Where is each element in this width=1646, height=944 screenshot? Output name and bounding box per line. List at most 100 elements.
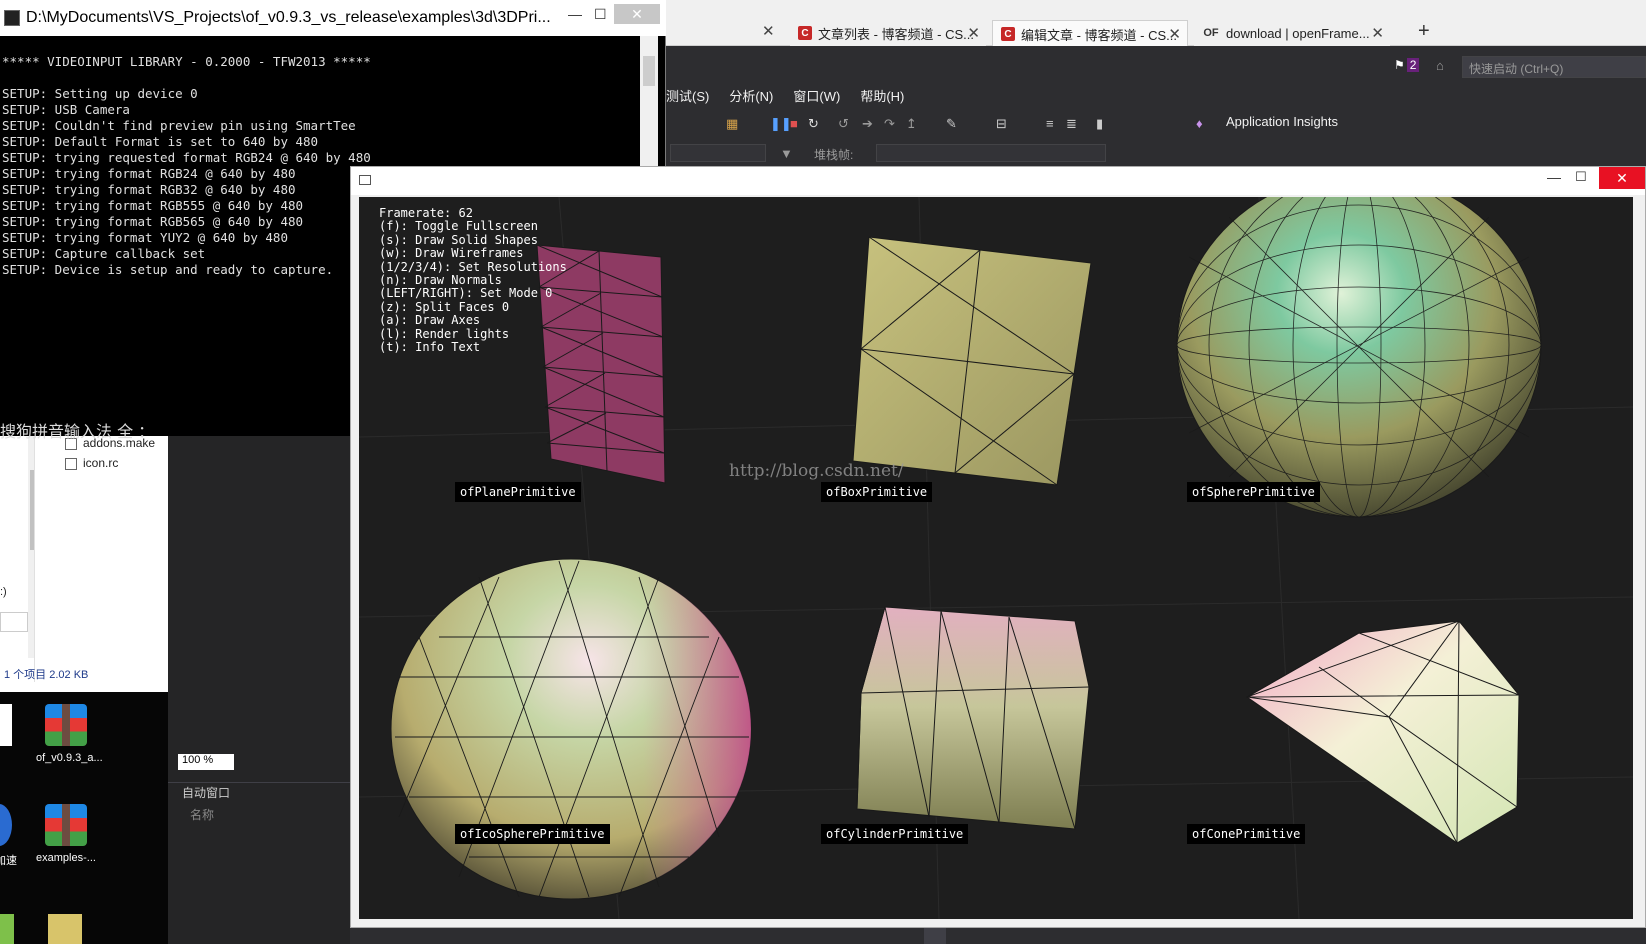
quick-launch-input[interactable]: 快速启动 (Ctrl+Q) <box>1462 56 1646 78</box>
lightbulb-icon: ♦ <box>1196 116 1203 131</box>
stackframe-dropdown[interactable] <box>876 144 1106 162</box>
menu-help[interactable]: 帮助(H) <box>860 86 904 110</box>
box-primitive <box>852 236 1092 486</box>
label-plane: ofPlanePrimitive <box>455 482 581 502</box>
winrar-icon <box>45 804 87 846</box>
vs-menubar: 测试(S) 分析(N) 窗口(W) 帮助(H) <box>666 86 924 110</box>
winrar-icon <box>45 704 87 746</box>
pause-icon[interactable]: ❚❚ <box>770 116 792 132</box>
tab-close-icon[interactable]: ✕ <box>1168 25 1181 43</box>
label-icosphere: ofIcoSpherePrimitive <box>455 824 610 844</box>
flag-icon: ⚑ <box>1394 58 1405 72</box>
label-box: ofBoxPrimitive <box>821 482 933 502</box>
new-tab-button[interactable]: + <box>1418 20 1430 43</box>
tab-close-icon[interactable]: ✕ <box>967 24 980 42</box>
tab-openframeworks-download[interactable]: OF download | openFrame... ✕ <box>1194 20 1390 46</box>
app-icon[interactable] <box>0 914 14 944</box>
tab-close-icon[interactable]: ✕ <box>762 22 775 40</box>
desktop: of_v0.9.3_a... examples-... 加速 <box>0 692 168 944</box>
tab-label: download | openFrame... <box>1226 25 1370 41</box>
attach-icon[interactable]: ▦ <box>726 116 738 132</box>
csdn-icon: C <box>798 26 812 40</box>
scroll-thumb[interactable] <box>643 56 655 86</box>
menu-window[interactable]: 窗口(W) <box>793 86 840 110</box>
label-cone: ofConePrimitive <box>1187 824 1306 844</box>
stop-icon[interactable]: ■ <box>790 116 798 131</box>
openframeworks-icon: OF <box>1203 27 1219 39</box>
cone-primitive <box>1246 620 1520 844</box>
tab-label: 编辑文章 - 博客频道 - CS... <box>1021 27 1178 43</box>
outdent-icon[interactable]: ≣ <box>1066 116 1077 132</box>
explorer-status: 1 个项目 2.02 KB <box>4 669 89 681</box>
show-next-statement-icon[interactable]: ↺ <box>838 116 849 132</box>
desktop-icon-accelerator[interactable]: 加速 <box>0 804 26 868</box>
comment-icon[interactable]: ⊟ <box>996 116 1007 132</box>
of-render-window: — ☐ ✕ Framerate: 62 (f): Toggle Fullscre… <box>350 166 1646 928</box>
auto-window-name-column: 名称 <box>190 808 215 822</box>
auto-window-title: 自动窗口 <box>182 786 231 800</box>
maximize-button[interactable]: ☐ <box>1575 169 1587 185</box>
close-button[interactable]: ✕ <box>1599 167 1645 189</box>
minimize-button[interactable]: — <box>1547 169 1561 185</box>
pane-divider <box>168 782 350 783</box>
desktop-icon-examples[interactable]: examples-... <box>36 804 96 864</box>
console-titlebar[interactable]: D:\MyDocuments\VS_Projects\of_v0.9.3_vs_… <box>0 0 666 36</box>
zoom-dropdown[interactable]: 100 % <box>178 754 234 770</box>
explorer-file-list: addons.make icon.rc <box>34 436 168 682</box>
desktop-icon-of-archive[interactable]: of_v0.9.3_a... <box>36 704 103 764</box>
notification-count: 2 <box>1406 58 1420 72</box>
file-name: icon.rc <box>83 456 119 470</box>
tab-article-list[interactable]: C 文章列表 - 博客频道 - CS... ✕ <box>790 20 986 46</box>
of-titlebar[interactable]: — ☐ ✕ <box>351 167 1645 195</box>
step-into-icon[interactable]: ➔ <box>862 116 873 132</box>
app-icon[interactable] <box>0 704 12 746</box>
menu-analyze[interactable]: 分析(N) <box>729 86 773 110</box>
icosphere-primitive <box>390 558 752 900</box>
list-item[interactable]: icon.rc <box>65 456 118 470</box>
console-title: D:\MyDocuments\VS_Projects\of_v0.9.3_vs_… <box>26 9 551 26</box>
restart-icon[interactable]: ↻ <box>808 116 819 132</box>
tab-label: 文章列表 - 博客频道 - CS... <box>818 26 975 42</box>
browser-tab-strip: ✕ C 文章列表 - 博客频道 - CS... ✕ C 编辑文章 - 博客频道 … <box>666 0 1646 47</box>
visual-studio-ide: ⚑ 2 ⌂ 快速启动 (Ctrl+Q) 测试(S) 分析(N) 窗口(W) 帮助(… <box>666 46 1646 166</box>
label-sphere: ofSpherePrimitive <box>1187 482 1320 502</box>
desktop-icon-label: 加速 <box>0 855 17 867</box>
notifications-flag[interactable]: ⚑ 2 <box>1394 58 1420 72</box>
label-cylinder: ofCylinderPrimitive <box>821 824 969 844</box>
render-canvas[interactable]: Framerate: 62 (f): Toggle Fullscreen (s)… <box>359 197 1633 919</box>
desktop-icon-label: of_v0.9.3_a... <box>36 752 103 764</box>
maximize-button[interactable]: ☐ <box>594 6 607 23</box>
minimize-button[interactable]: — <box>568 6 582 22</box>
file-icon <box>65 457 77 470</box>
info-text: Framerate: 62 (f): Toggle Fullscreen (s)… <box>379 206 567 355</box>
filter-icon[interactable]: ▼ <box>780 146 793 161</box>
breakpoint-icon[interactable]: ✎ <box>946 116 957 132</box>
cylinder-primitive <box>856 606 1090 830</box>
watermark: http://blog.csdn.net/ <box>729 461 904 481</box>
step-out-icon[interactable]: ↥ <box>906 116 917 132</box>
indent-icon[interactable]: ≡ <box>1046 116 1054 131</box>
process-dropdown[interactable] <box>670 144 766 162</box>
ime-status: 搜狗拼音输入法 全 ： <box>0 422 155 441</box>
vs-auto-window-pane: 100 % 自动窗口 名称 <box>168 436 350 944</box>
sphere-primitive <box>1176 197 1542 518</box>
application-insights-button[interactable]: Application Insights <box>1226 114 1338 129</box>
window-icon <box>359 175 371 185</box>
tab-close-icon[interactable]: ✕ <box>1371 24 1384 42</box>
vs-debug-toolbar: ▦ ❚❚ ■ ↻ ↺ ➔ ↷ ↥ ✎ ⊟ ≡ ≣ ▮ ♦ <box>666 112 1646 140</box>
stackframe-label: 堆栈帧: <box>814 148 854 162</box>
drive-selector[interactable] <box>0 612 28 632</box>
step-over-icon[interactable]: ↷ <box>884 116 895 132</box>
feedback-icon[interactable]: ⌂ <box>1436 58 1444 73</box>
drive-label: :) <box>0 586 7 598</box>
folder-icon[interactable] <box>48 914 82 944</box>
console-icon <box>4 10 20 26</box>
csdn-icon: C <box>1001 27 1015 41</box>
vs-stackframe-bar: ▼ 堆栈帧: <box>666 142 1646 166</box>
desktop-icon-label: examples-... <box>36 852 96 864</box>
tab-edit-article[interactable]: C 编辑文章 - 博客频道 - CS... ✕ <box>992 20 1188 47</box>
scroll-down-button[interactable] <box>924 928 946 944</box>
close-button[interactable]: ✕ <box>614 4 660 24</box>
bookmark-icon[interactable]: ▮ <box>1096 116 1103 132</box>
menu-test[interactable]: 测试(S) <box>666 86 709 110</box>
